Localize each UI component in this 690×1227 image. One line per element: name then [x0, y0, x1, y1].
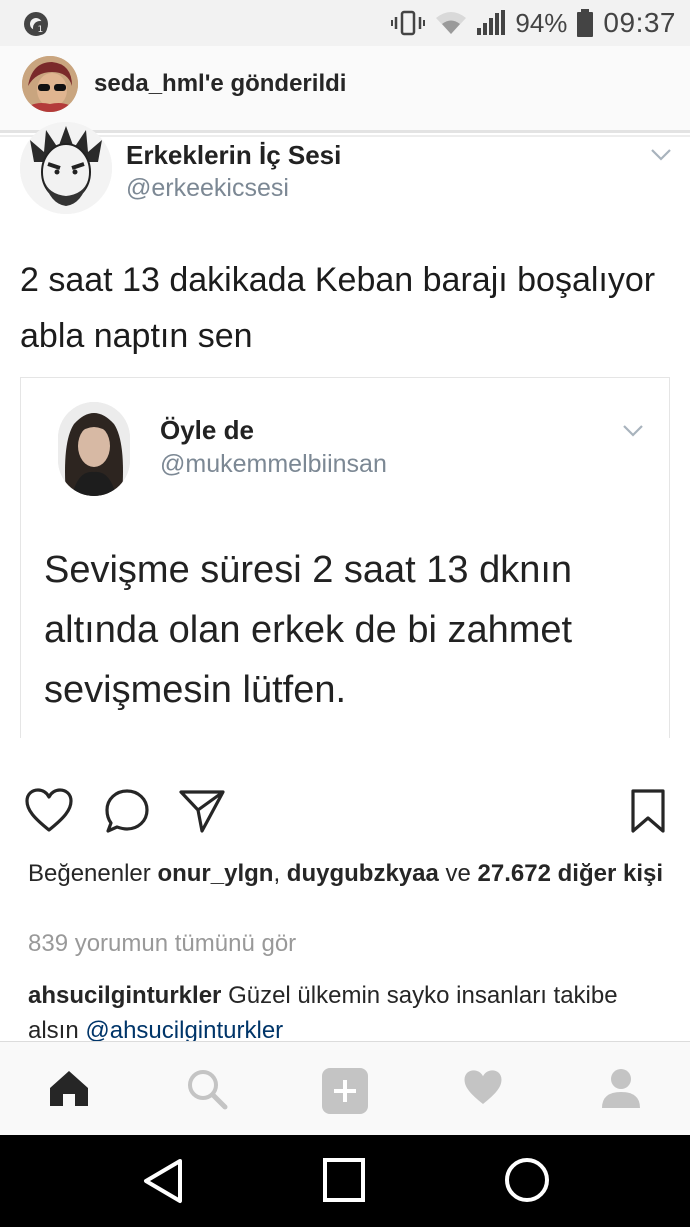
- plus-square-icon[interactable]: [322, 1068, 368, 1119]
- quoted-tweet-author-handle: @mukemmelbiinsan: [160, 450, 387, 478]
- battery-icon: [577, 9, 594, 37]
- quoted-tweet-text: Sevişme süresi 2 saat 13 dknın altında o…: [44, 549, 573, 711]
- vibrate-icon: [391, 10, 426, 36]
- avatar[interactable]: [22, 56, 78, 112]
- chevron-down-icon: [650, 148, 672, 167]
- heart-filled-icon[interactable]: [462, 1068, 504, 1113]
- battery-percent: 94%: [515, 7, 568, 38]
- circle-home-icon[interactable]: [504, 1157, 550, 1208]
- sent-to-label[interactable]: seda_hml'e gönderildi: [94, 70, 346, 98]
- view-all-comments-link[interactable]: 839 yorumun tümünü gör: [28, 930, 296, 958]
- notification-app-icon: 1: [22, 10, 50, 43]
- likes-separator: ,: [273, 860, 281, 887]
- likes-connector: ve: [445, 860, 471, 887]
- comment: ahsucilginturkler Güzel ülkemin sayko in…: [28, 978, 668, 1048]
- android-navigation-bar: [0, 1135, 690, 1227]
- likes-summary: Beğenenler onur_ylgn, duygubzkyaa ve 27.…: [28, 856, 668, 892]
- square-recents-icon[interactable]: [322, 1157, 366, 1208]
- triangle-back-icon[interactable]: [140, 1157, 186, 1210]
- clock: 09:37: [603, 7, 676, 38]
- heart-icon[interactable]: [24, 788, 74, 839]
- status-bar: 1 94% 09:37: [0, 0, 690, 46]
- quoted-tweet-author-name: Öyle de: [160, 415, 254, 445]
- divider: [0, 135, 690, 137]
- comment-bubble-icon[interactable]: [104, 788, 150, 839]
- bookmark-icon[interactable]: [630, 788, 666, 839]
- liker-username[interactable]: duygubzkyaa: [287, 860, 439, 887]
- post-actions: [0, 788, 690, 840]
- likes-count[interactable]: 27.672 diğer kişi: [478, 860, 663, 887]
- bottom-nav: [0, 1041, 690, 1136]
- comment-username[interactable]: ahsucilginturkler: [28, 982, 221, 1009]
- tweet-author-name: Erkeklerin İç Sesi: [126, 140, 342, 170]
- likes-prefix: Beğenenler: [28, 860, 151, 887]
- home-icon[interactable]: [48, 1068, 90, 1113]
- comment-mention[interactable]: @ahsucilginturkler: [85, 1017, 283, 1044]
- wifi-icon: [435, 10, 467, 36]
- liker-username[interactable]: onur_ylgn: [157, 860, 273, 887]
- tweet-avatar: [20, 122, 112, 214]
- quoted-tweet-avatar: [58, 402, 130, 496]
- paper-plane-icon[interactable]: [178, 788, 226, 839]
- tweet-text: 2 saat 13 dakikada Keban barajı boşalıyo…: [20, 261, 656, 355]
- divider: [0, 130, 690, 133]
- person-icon[interactable]: [600, 1068, 642, 1113]
- tweet-author-handle: @erkeekicsesi: [126, 174, 289, 202]
- chevron-down-icon: [622, 424, 644, 443]
- search-icon[interactable]: [186, 1068, 228, 1115]
- svg-text:1: 1: [38, 25, 44, 35]
- signal-icon: [477, 10, 506, 36]
